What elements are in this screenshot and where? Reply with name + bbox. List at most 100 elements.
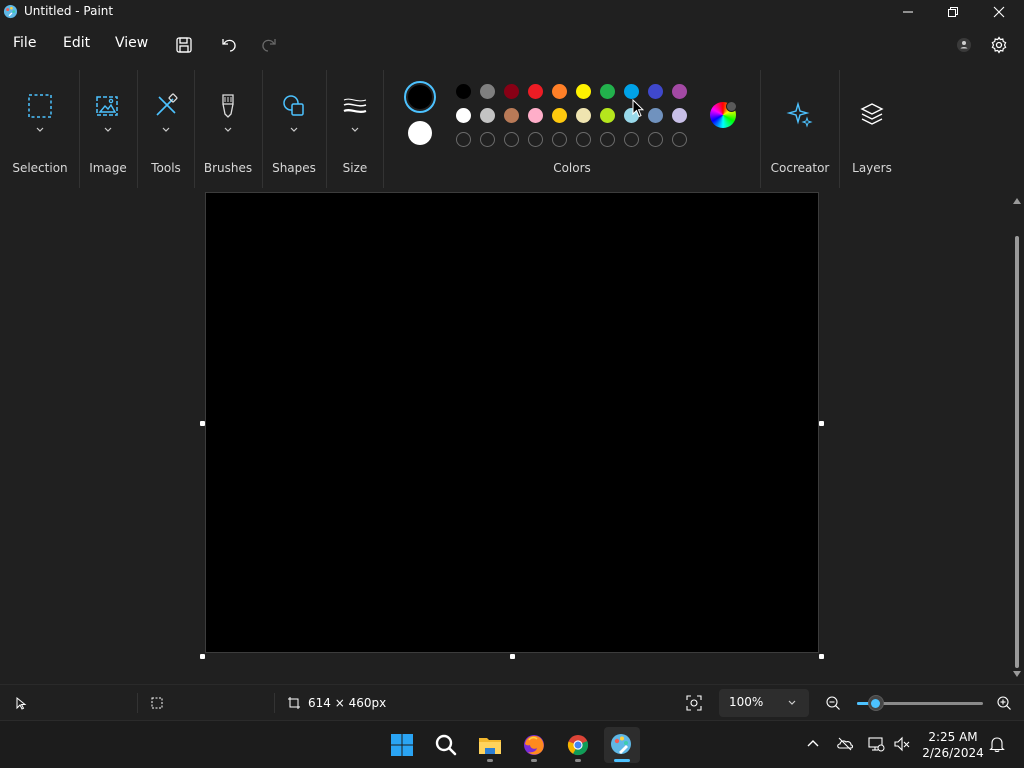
brushes-group[interactable]: Brushes xyxy=(195,64,261,192)
zoom-slider-thumb[interactable] xyxy=(867,695,884,711)
layers-group[interactable]: Layers xyxy=(840,64,904,192)
system-clock[interactable]: 2:25 AM 2/26/2024 xyxy=(920,729,986,761)
selection-group[interactable]: Selection xyxy=(0,64,80,192)
taskbar-paint[interactable] xyxy=(604,727,640,763)
taskbar-file-explorer[interactable] xyxy=(472,727,508,763)
status-divider xyxy=(137,693,138,713)
colors-group: Colors xyxy=(384,64,760,192)
cocreator-group[interactable]: Cocreator xyxy=(761,64,839,192)
menu-edit[interactable]: Edit xyxy=(63,35,90,51)
resize-handle-bottom[interactable] xyxy=(510,654,515,659)
resize-handle-right[interactable] xyxy=(819,421,824,426)
window-title: Untitled - Paint xyxy=(24,4,114,18)
custom-color-slot[interactable] xyxy=(648,132,663,147)
custom-color-slot[interactable] xyxy=(600,132,615,147)
volume-muted-icon[interactable] xyxy=(893,735,911,753)
restore-button[interactable] xyxy=(930,0,976,24)
running-indicator xyxy=(531,759,537,762)
close-button[interactable] xyxy=(976,0,1022,24)
image-icon xyxy=(96,96,118,116)
custom-color-slot[interactable] xyxy=(672,132,687,147)
selection-rectangle-icon xyxy=(28,94,52,118)
mouse-pointer-icon xyxy=(632,99,644,118)
scroll-down-arrow[interactable] xyxy=(1013,671,1021,677)
running-indicator xyxy=(487,759,493,762)
color-swatch[interactable] xyxy=(576,84,591,99)
chevron-up-icon[interactable] xyxy=(804,735,822,753)
menu-view[interactable]: View xyxy=(115,35,148,51)
color-swatch[interactable] xyxy=(672,84,687,99)
fit-to-window-icon[interactable] xyxy=(686,695,702,711)
resize-handle-bottom-right[interactable] xyxy=(819,654,824,659)
canvas-workspace xyxy=(0,192,1024,684)
onedrive-icon[interactable] xyxy=(836,735,854,753)
color-swatch[interactable] xyxy=(504,108,519,123)
account-icon xyxy=(957,38,971,52)
taskbar-firefox[interactable] xyxy=(516,727,552,763)
ribbon-toolbar: Selection Image Tools Brushes Shapes Siz… xyxy=(0,64,1024,192)
scrollbar-thumb[interactable] xyxy=(1015,236,1019,668)
menu-file[interactable]: File xyxy=(13,35,36,51)
taskbar-search-button[interactable] xyxy=(428,727,464,763)
image-group[interactable]: Image xyxy=(80,64,136,192)
resize-handle-left[interactable] xyxy=(200,421,205,426)
status-divider xyxy=(274,693,275,713)
custom-color-slot[interactable] xyxy=(552,132,567,147)
color-swatch[interactable] xyxy=(552,108,567,123)
custom-color-slot[interactable] xyxy=(624,132,639,147)
secondary-color-selector[interactable] xyxy=(408,121,432,145)
shapes-group[interactable]: Shapes xyxy=(263,64,325,192)
color-swatch[interactable] xyxy=(480,84,495,99)
start-button[interactable] xyxy=(384,727,420,763)
settings-button[interactable] xyxy=(986,32,1012,58)
tools-group[interactable]: Tools xyxy=(138,64,194,192)
color-swatch[interactable] xyxy=(672,108,687,123)
zoom-level-dropdown[interactable]: 100% xyxy=(719,689,809,717)
clock-date: 2/26/2024 xyxy=(922,746,984,760)
color-swatch[interactable] xyxy=(624,84,639,99)
notification-bell-icon[interactable] xyxy=(988,735,1006,753)
redo-button[interactable] xyxy=(256,32,282,58)
custom-color-slot[interactable] xyxy=(480,132,495,147)
gear-icon xyxy=(991,36,1007,54)
drawing-canvas[interactable] xyxy=(205,192,819,653)
zoom-in-icon[interactable] xyxy=(996,695,1012,711)
color-swatch[interactable] xyxy=(480,108,495,123)
taskbar-chrome[interactable] xyxy=(560,727,596,763)
chrome-icon xyxy=(567,735,589,756)
size-group[interactable]: Size xyxy=(327,64,383,192)
undo-icon xyxy=(222,39,236,52)
color-swatch[interactable] xyxy=(648,108,663,123)
tools-label: Tools xyxy=(151,161,181,175)
color-swatch[interactable] xyxy=(600,84,615,99)
custom-color-slot[interactable] xyxy=(528,132,543,147)
color-swatch[interactable] xyxy=(576,108,591,123)
taskbar: 2:25 AM 2/26/2024 xyxy=(0,720,1024,768)
custom-color-slot[interactable] xyxy=(456,132,471,147)
vertical-scrollbar[interactable] xyxy=(1012,194,1022,678)
custom-color-slot[interactable] xyxy=(504,132,519,147)
resize-handle-bottom-left[interactable] xyxy=(200,654,205,659)
account-button[interactable] xyxy=(951,32,977,58)
color-swatch[interactable] xyxy=(552,84,567,99)
color-swatch[interactable] xyxy=(528,108,543,123)
undo-button[interactable] xyxy=(216,32,242,58)
color-swatch[interactable] xyxy=(456,108,471,123)
minimize-button[interactable] xyxy=(885,0,931,24)
save-button[interactable] xyxy=(171,32,197,58)
network-icon[interactable] xyxy=(867,735,885,753)
chevron-down-icon xyxy=(36,127,44,132)
color-swatch[interactable] xyxy=(528,84,543,99)
color-swatch[interactable] xyxy=(648,84,663,99)
chevron-down-icon xyxy=(104,127,112,132)
color-swatch[interactable] xyxy=(504,84,519,99)
zoom-level-value: 100% xyxy=(729,695,764,709)
custom-color-slot[interactable] xyxy=(576,132,591,147)
chevron-down-icon xyxy=(162,127,170,132)
zoom-out-icon[interactable] xyxy=(825,695,841,711)
primary-color-selector[interactable] xyxy=(404,81,436,113)
scroll-up-arrow[interactable] xyxy=(1013,198,1021,204)
sparkle-icon xyxy=(786,101,813,128)
color-swatch[interactable] xyxy=(456,84,471,99)
color-swatch[interactable] xyxy=(600,108,615,123)
